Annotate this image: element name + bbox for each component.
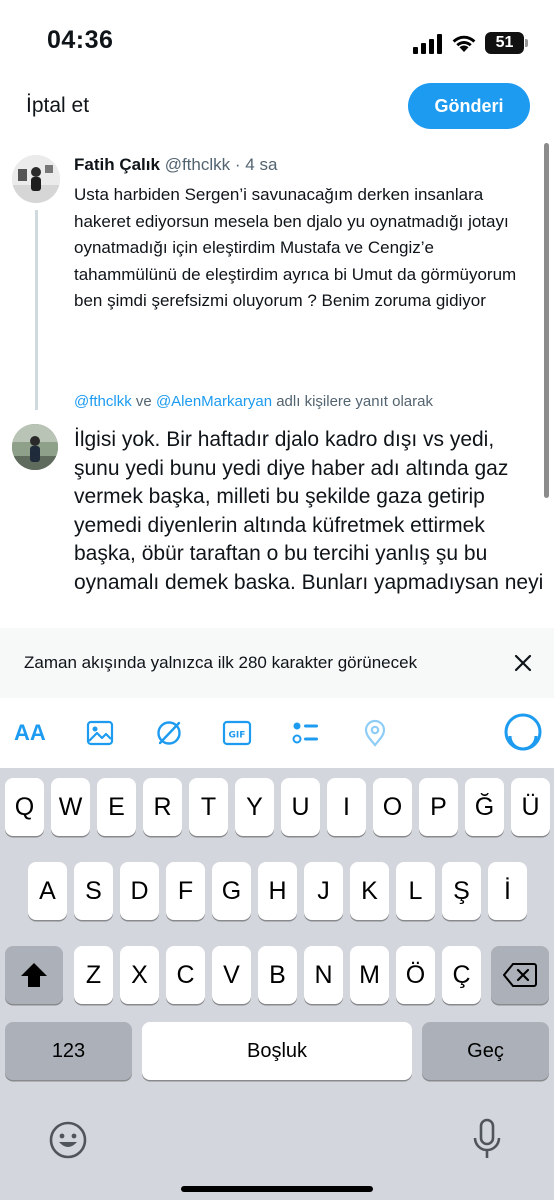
key-dotted-i[interactable]: İ bbox=[488, 862, 527, 920]
original-tweet-time: 4 sa bbox=[245, 155, 278, 174]
compose-header: İptal et Gönderi bbox=[0, 80, 554, 140]
original-tweet-header: Fatih Çalık @fthclkk · 4 sa bbox=[74, 155, 277, 175]
key-q[interactable]: Q bbox=[5, 778, 44, 836]
space-key[interactable]: Boşluk bbox=[142, 1022, 412, 1080]
character-counter-icon bbox=[504, 713, 542, 751]
gif-icon[interactable]: GIF bbox=[222, 718, 252, 748]
key-r[interactable]: R bbox=[143, 778, 182, 836]
text-size-icon[interactable]: AA bbox=[14, 718, 46, 748]
key-l[interactable]: L bbox=[396, 862, 435, 920]
backspace-key[interactable] bbox=[491, 946, 549, 1004]
home-indicator bbox=[181, 1186, 373, 1192]
key-a[interactable]: A bbox=[28, 862, 67, 920]
user-avatar[interactable] bbox=[12, 424, 58, 470]
key-p[interactable]: P bbox=[419, 778, 458, 836]
key-y[interactable]: Y bbox=[235, 778, 274, 836]
key-u-umlaut[interactable]: Ü bbox=[511, 778, 550, 836]
gif-label: GIF bbox=[229, 731, 246, 741]
location-icon[interactable] bbox=[360, 718, 390, 748]
key-o-umlaut[interactable]: Ö bbox=[396, 946, 435, 1004]
key-i[interactable]: I bbox=[327, 778, 366, 836]
keyboard: Q W E R T Y U I O P Ğ Ü A S D F G H J K … bbox=[0, 768, 554, 1200]
key-z[interactable]: Z bbox=[74, 946, 113, 1004]
key-x[interactable]: X bbox=[120, 946, 159, 1004]
microphone-icon[interactable] bbox=[470, 1118, 504, 1162]
battery-icon: 51 bbox=[485, 32, 529, 54]
key-j[interactable]: J bbox=[304, 862, 343, 920]
key-n[interactable]: N bbox=[304, 946, 343, 1004]
compose-text[interactable]: İlgisi yok. Bir haftadır djalo kadro dış… bbox=[74, 426, 544, 597]
send-button[interactable]: Gönderi bbox=[408, 83, 530, 129]
shift-key[interactable] bbox=[5, 946, 63, 1004]
reply-mention-1[interactable]: @fthclkk bbox=[74, 393, 132, 410]
original-author-handle[interactable]: @fthclkk bbox=[165, 155, 230, 174]
key-d[interactable]: D bbox=[120, 862, 159, 920]
key-t[interactable]: T bbox=[189, 778, 228, 836]
compose-toolbar: AA GIF bbox=[0, 698, 554, 768]
key-c-cedilla[interactable]: Ç bbox=[442, 946, 481, 1004]
avatar-image bbox=[12, 424, 58, 470]
key-f[interactable]: F bbox=[166, 862, 205, 920]
reply-mention-2[interactable]: @AlenMarkaryan bbox=[156, 393, 272, 410]
original-author-avatar[interactable] bbox=[12, 155, 60, 203]
status-time: 04:36 bbox=[47, 26, 114, 54]
battery-level: 51 bbox=[485, 32, 524, 54]
key-g-breve[interactable]: Ğ bbox=[465, 778, 504, 836]
emoji-icon[interactable] bbox=[48, 1120, 88, 1160]
numbers-key[interactable]: 123 bbox=[5, 1022, 132, 1080]
image-icon[interactable] bbox=[85, 718, 115, 748]
backspace-icon bbox=[502, 963, 537, 987]
key-o[interactable]: O bbox=[373, 778, 412, 836]
original-author-name[interactable]: Fatih Çalık bbox=[74, 155, 160, 174]
key-h[interactable]: H bbox=[258, 862, 297, 920]
original-tweet-text: Usta harbiden Sergen’i savunacağım derke… bbox=[74, 185, 517, 310]
warning-text: Zaman akışında yalnızca ilk 280 karakter… bbox=[24, 653, 418, 672]
close-icon[interactable] bbox=[510, 650, 536, 676]
meta-separator: · bbox=[234, 155, 241, 174]
key-u[interactable]: U bbox=[281, 778, 320, 836]
character-limit-warning: Zaman akışında yalnızca ilk 280 karakter… bbox=[0, 628, 554, 698]
key-s[interactable]: S bbox=[74, 862, 113, 920]
replying-to: @fthclkk ve @AlenMarkaryan adlı kişilere… bbox=[74, 393, 433, 410]
key-w[interactable]: W bbox=[51, 778, 90, 836]
cellular-signal-icon bbox=[413, 34, 442, 54]
key-k[interactable]: K bbox=[350, 862, 389, 920]
cancel-button[interactable]: İptal et bbox=[26, 94, 89, 118]
reply-connector: ve bbox=[131, 393, 156, 410]
scroll-indicator[interactable] bbox=[544, 143, 549, 498]
key-c[interactable]: C bbox=[166, 946, 205, 1004]
key-e[interactable]: E bbox=[97, 778, 136, 836]
return-key[interactable]: Geç bbox=[422, 1022, 549, 1080]
shift-icon bbox=[21, 963, 47, 987]
reply-suffix: adlı kişilere yanıt olarak bbox=[272, 393, 433, 410]
status-bar: 04:36 51 bbox=[0, 0, 554, 80]
key-g[interactable]: G bbox=[212, 862, 251, 920]
key-b[interactable]: B bbox=[258, 946, 297, 1004]
no-sign-icon[interactable] bbox=[154, 718, 184, 748]
key-s-cedilla[interactable]: Ş bbox=[442, 862, 481, 920]
key-v[interactable]: V bbox=[212, 946, 251, 1004]
poll-icon[interactable] bbox=[290, 718, 320, 748]
thread-line bbox=[35, 210, 38, 410]
wifi-icon bbox=[452, 35, 476, 52]
battery-tip bbox=[525, 39, 528, 47]
compose-textarea[interactable]: İlgisi yok. Bir haftadır djalo kadro dış… bbox=[74, 426, 544, 628]
avatar-image bbox=[12, 155, 60, 203]
key-m[interactable]: M bbox=[350, 946, 389, 1004]
